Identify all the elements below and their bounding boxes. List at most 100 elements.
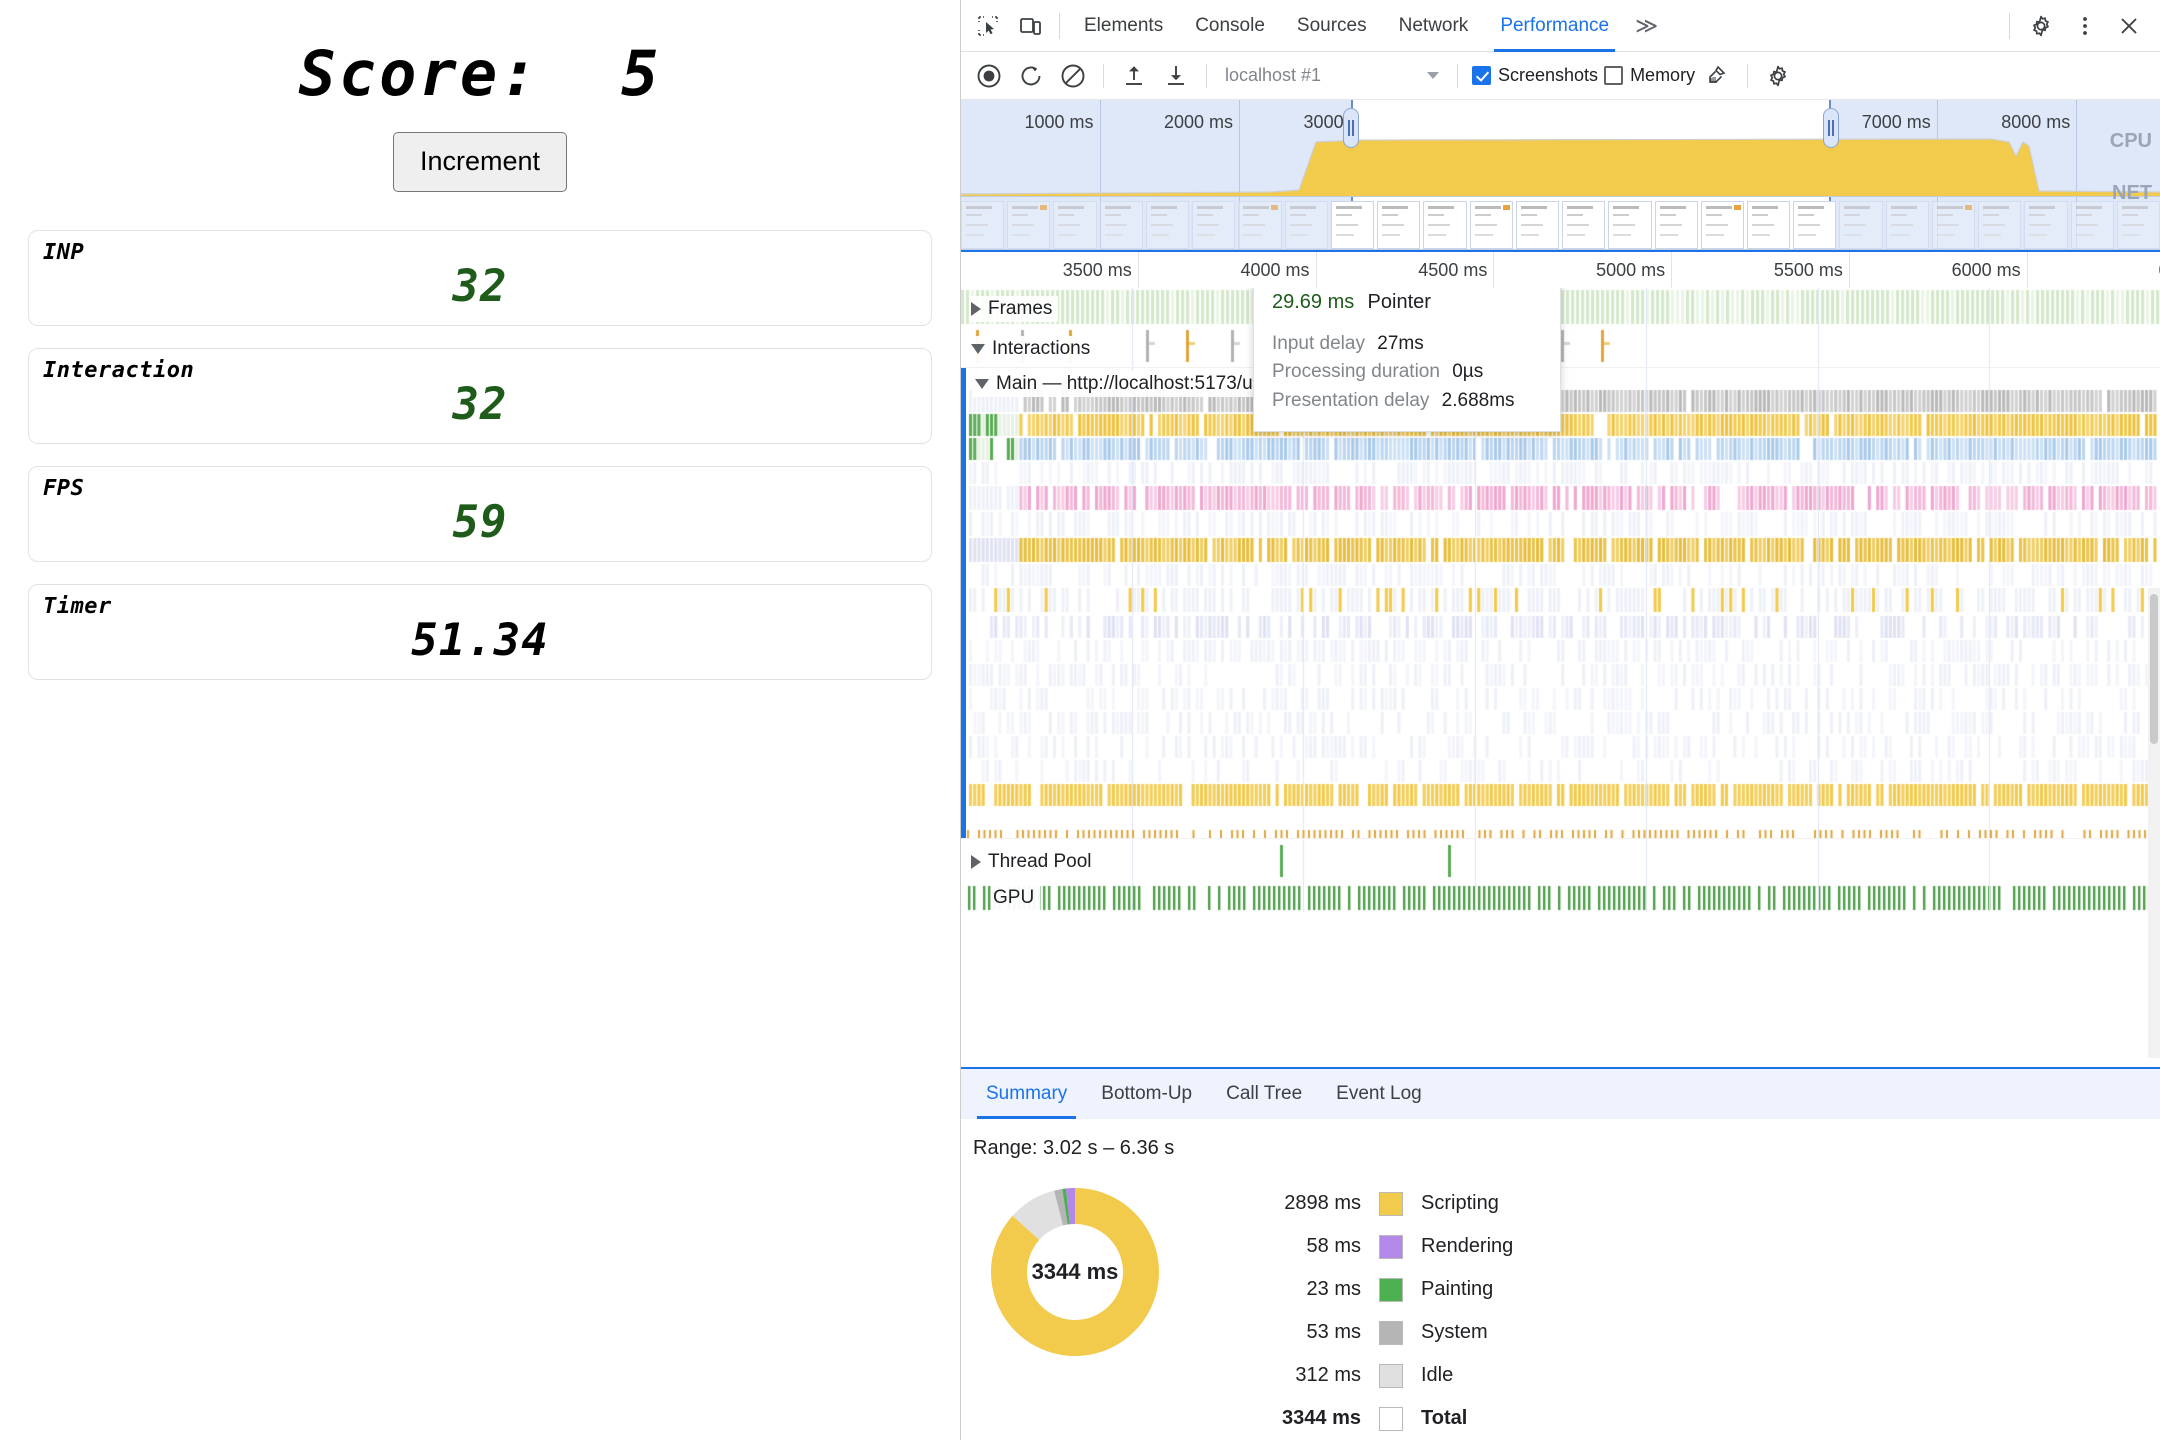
record-icon[interactable]	[969, 58, 1009, 94]
filmstrip-frame[interactable]	[1284, 201, 1328, 249]
thread-pool-header[interactable]: Thread Pool	[969, 849, 1098, 875]
filmstrip-frame[interactable]	[1793, 201, 1837, 249]
legend-swatch	[1379, 1320, 1403, 1345]
main-thread-track[interactable]: Main — http://localhost:5173/unders	[961, 368, 2160, 838]
tab-sources[interactable]: Sources	[1281, 0, 1383, 52]
detail-timeline-ruler: 3500 ms 4000 ms 4500 ms 5000 ms 5500 ms 6000 …	[961, 250, 2160, 288]
profile-select[interactable]: localhost #1	[1217, 61, 1447, 91]
collect-garbage-icon[interactable]	[1697, 58, 1737, 94]
tracks-scrollbar[interactable]	[2148, 588, 2160, 1058]
legend-total-label: Total	[1421, 1407, 1468, 1429]
filmstrip-frame[interactable]	[1608, 201, 1652, 249]
frames-track-label: Frames	[988, 298, 1053, 319]
filmstrip-frame[interactable]	[1099, 201, 1143, 249]
filmstrip-frame[interactable]	[1330, 201, 1375, 249]
tab-performance[interactable]: Performance	[1484, 0, 1625, 52]
tooltip-value: 0µs	[1452, 361, 1484, 382]
interactions-track-label: Interactions	[992, 338, 1091, 359]
filmstrip-frame[interactable]	[1746, 201, 1791, 249]
donut-total-label: 3344 ms	[1031, 1259, 1119, 1284]
screenshots-label: Screenshots	[1498, 65, 1599, 85]
score-heading: Score: 5	[298, 37, 662, 110]
filmstrip-frame[interactable]	[1377, 201, 1421, 249]
tooltip-key: Presentation delay	[1272, 389, 1430, 411]
filmstrip-frame[interactable]	[2070, 201, 2114, 249]
metric-card-interaction: Interaction 32	[28, 347, 932, 444]
drawer-tabbar: Summary Bottom-Up Call Tree Event Log	[961, 1069, 2160, 1119]
save-profile-icon[interactable]	[1156, 58, 1196, 94]
screenshot-filmstrip[interactable]	[961, 201, 2160, 249]
filmstrip-frame[interactable]	[1145, 201, 1190, 249]
timeline-overview[interactable]: 1000 ms2000 ms3000 ms4000 ms5000 ms6000 …	[961, 100, 2160, 250]
gpu-track-label: GPU	[993, 887, 1035, 908]
filmstrip-frame[interactable]	[1931, 201, 1976, 249]
legend-row[interactable]: 58 ms Rendering	[1211, 1225, 1513, 1268]
filmstrip-frame[interactable]	[1562, 201, 1606, 249]
filmstrip-frame[interactable]	[1238, 201, 1282, 249]
tab-call-tree[interactable]: Call Tree	[1209, 1069, 1319, 1119]
screenshots-checkbox[interactable]: Screenshots	[1472, 65, 1598, 86]
tooltip-event-name: Pointer	[1367, 291, 1431, 313]
scrollbar-thumb[interactable]	[2150, 594, 2158, 744]
controls-divider	[1747, 63, 1749, 88]
filmstrip-frame[interactable]	[1053, 201, 1097, 249]
legend-label: System	[1421, 1321, 1488, 1343]
filmstrip-frame[interactable]	[1423, 201, 1467, 249]
tab-event-log[interactable]: Event Log	[1319, 1069, 1439, 1119]
cpu-track-label: CPU	[2109, 130, 2152, 152]
filmstrip-frame[interactable]	[2116, 201, 2160, 249]
filmstrip-frame[interactable]	[1192, 201, 1236, 249]
filmstrip-frame[interactable]	[961, 201, 1005, 249]
device-toolbar-icon[interactable]	[1009, 7, 1051, 45]
legend-label: Idle	[1421, 1364, 1454, 1386]
filmstrip-frame[interactable]	[1885, 201, 1929, 249]
tab-network[interactable]: Network	[1383, 0, 1485, 52]
tooltip-duration: 29.69 ms	[1272, 291, 1355, 313]
legend-row[interactable]: 53 ms System	[1211, 1311, 1513, 1354]
overview-right-handle[interactable]	[1823, 108, 1839, 148]
more-tabs-icon[interactable]: ≫	[1625, 13, 1668, 39]
inspect-element-icon[interactable]	[967, 7, 1009, 45]
clear-icon[interactable]	[1053, 58, 1093, 94]
timeline-tracks[interactable]: Frames Interactions Main — http://localh…	[961, 288, 2160, 1067]
filmstrip-frame[interactable]	[1007, 201, 1051, 249]
tab-console[interactable]: Console	[1179, 0, 1281, 52]
filmstrip-frame[interactable]	[1654, 201, 1698, 249]
overview-left-handle[interactable]	[1343, 108, 1359, 148]
legend-row[interactable]: 312 ms Idle	[1211, 1354, 1513, 1397]
frames-track-header[interactable]: Frames	[969, 296, 1059, 322]
close-icon[interactable]	[2108, 7, 2150, 45]
filmstrip-frame[interactable]	[2024, 201, 2068, 249]
filmstrip-frame[interactable]	[1978, 201, 2022, 249]
capture-settings-gear-icon[interactable]	[1758, 58, 1798, 94]
filmstrip-frame[interactable]	[1469, 201, 1513, 249]
gear-icon[interactable]	[2020, 7, 2062, 45]
activity-donut-chart[interactable]: 3344 ms	[975, 1172, 1175, 1372]
metric-card-inp: INP 32	[28, 229, 932, 326]
increment-button[interactable]: Increment	[392, 132, 568, 192]
tab-elements[interactable]: Elements	[1068, 0, 1179, 52]
legend-row[interactable]: 2898 ms Scripting	[1211, 1182, 1513, 1225]
filmstrip-frame[interactable]	[1839, 201, 1883, 249]
gpu-track[interactable]: GPU	[961, 882, 2160, 912]
gpu-track-header[interactable]: GPU	[991, 885, 1041, 911]
more-options-icon[interactable]	[2064, 7, 2106, 45]
checkbox-box	[1472, 66, 1491, 85]
metrics-list: INP 32 Interaction 32 FPS 59 Timer 51.34	[0, 229, 960, 680]
legend-label: Rendering	[1421, 1235, 1514, 1257]
detail-tick: 6500	[961, 252, 2160, 288]
filmstrip-frame[interactable]	[1515, 201, 1560, 249]
thread-pool-track[interactable]: Thread Pool	[961, 838, 2160, 882]
chevron-down-icon	[975, 379, 989, 389]
interactions-track-header[interactable]: Interactions	[969, 336, 1097, 362]
load-profile-icon[interactable]	[1114, 58, 1154, 94]
chevron-down-icon	[1427, 72, 1439, 79]
tab-bottom-up[interactable]: Bottom-Up	[1084, 1069, 1209, 1119]
filmstrip-frame[interactable]	[1700, 201, 1744, 249]
tooltip-header: 29.69 ms Pointer	[1272, 288, 1542, 318]
legend-row[interactable]: 23 ms Painting	[1211, 1268, 1513, 1311]
tab-summary[interactable]: Summary	[969, 1069, 1084, 1119]
memory-checkbox[interactable]: Memory	[1604, 65, 1695, 86]
profile-select-value: localhost #1	[1225, 65, 1322, 85]
reload-record-icon[interactable]	[1011, 58, 1051, 94]
